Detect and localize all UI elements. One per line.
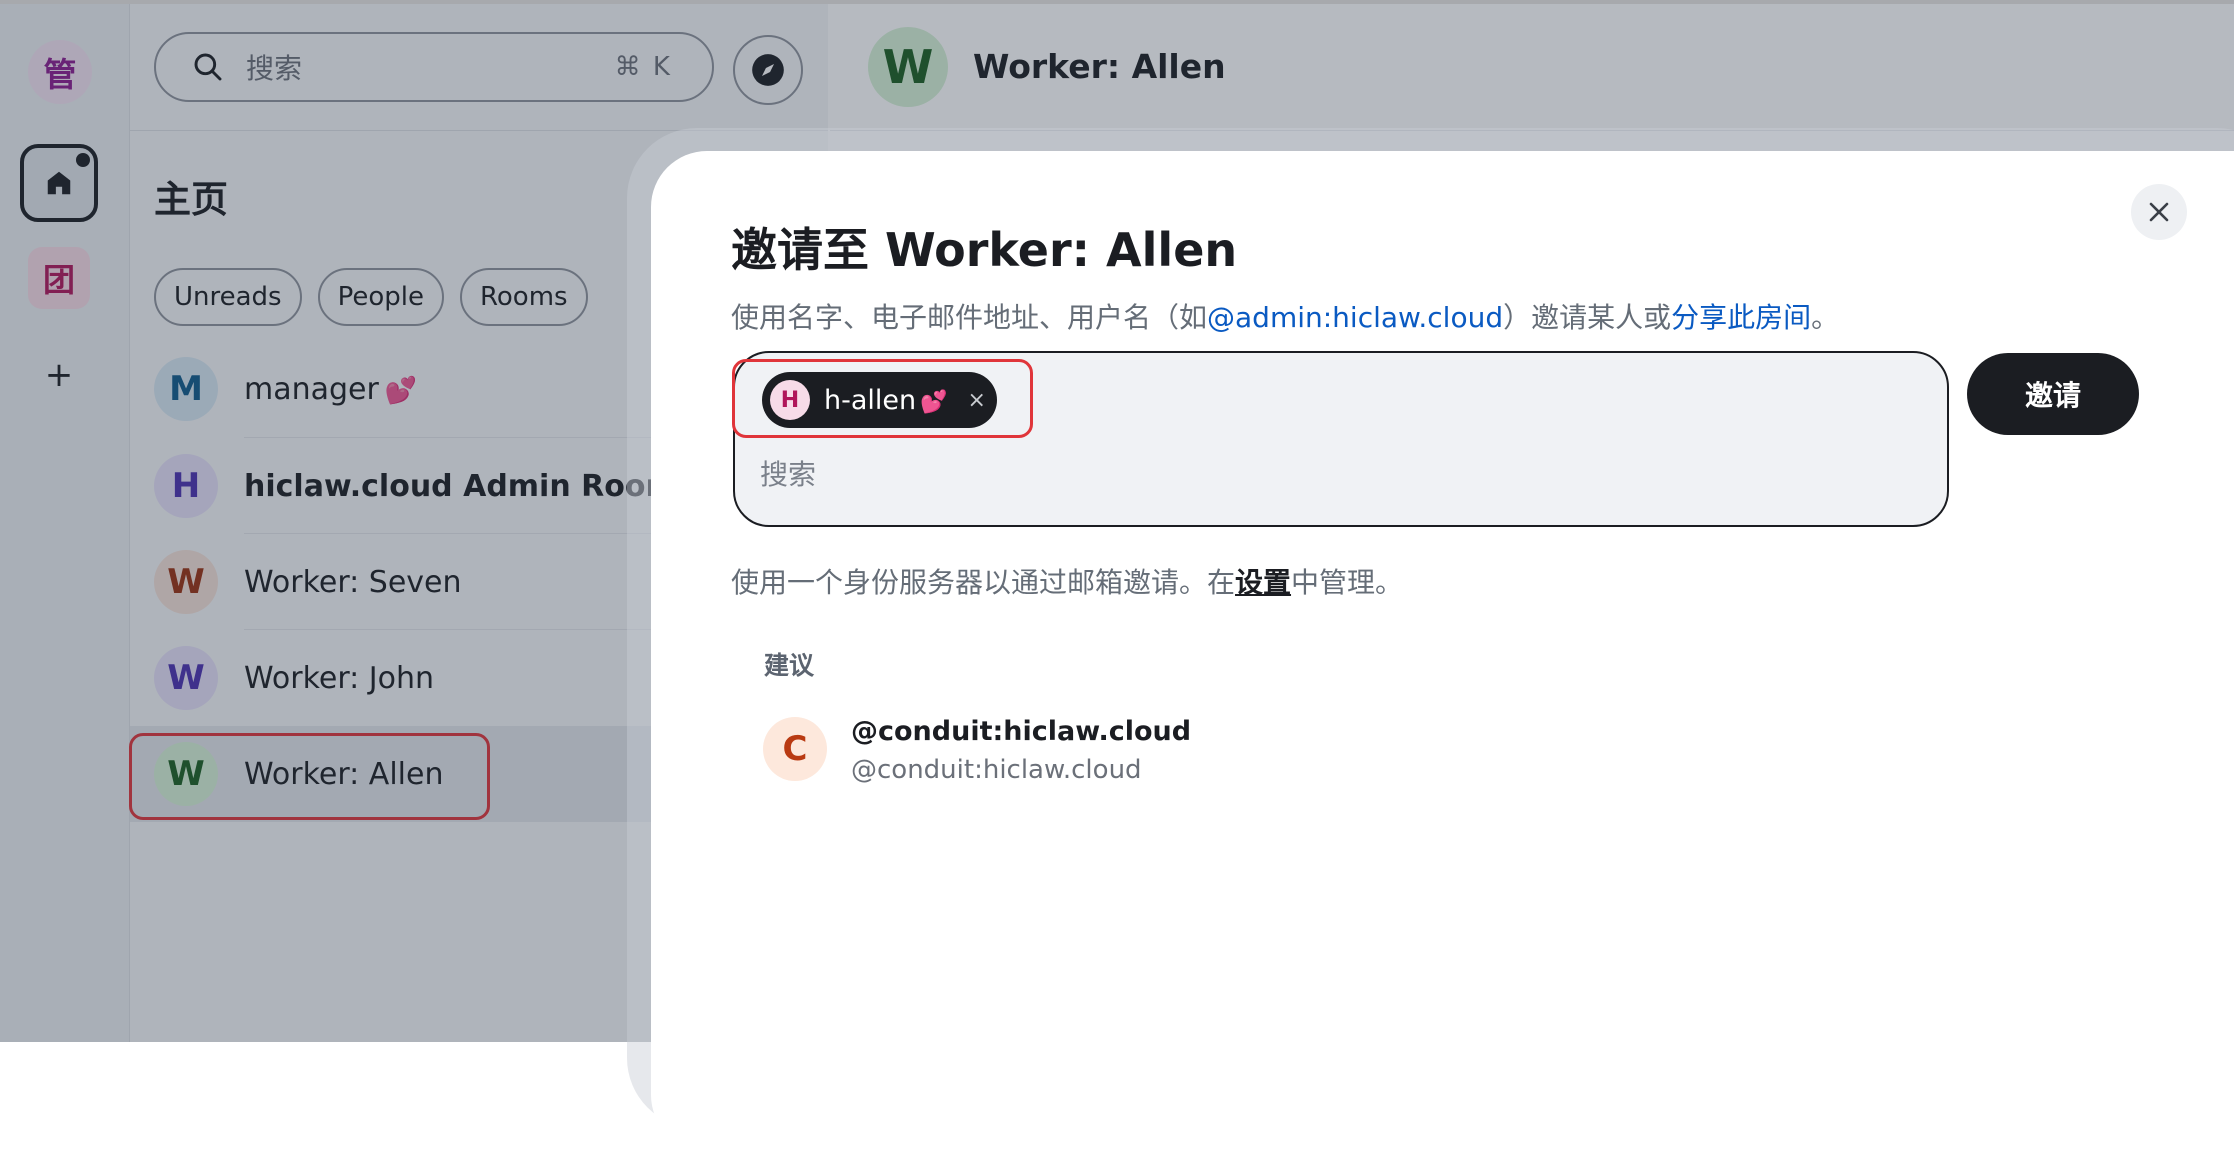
- suggestion-avatar[interactable]: C: [763, 717, 827, 781]
- suggestion-display-name[interactable]: @conduit:hiclaw.cloud: [851, 716, 1191, 747]
- share-room-link[interactable]: 分享此房间: [1671, 301, 1811, 334]
- suggestion-user-id[interactable]: @conduit:hiclaw.cloud: [851, 755, 1142, 785]
- close-button[interactable]: [2131, 184, 2187, 240]
- dialog-description: 使用名字、电子邮件地址、用户名（如@admin:hiclaw.cloud）邀请某…: [731, 301, 1840, 334]
- close-icon: [2149, 202, 2169, 222]
- suggestions-heading: 建议: [764, 651, 815, 680]
- invite-button[interactable]: 邀请: [1967, 353, 2139, 435]
- settings-link[interactable]: 设置: [1235, 566, 1291, 599]
- example-user-link[interactable]: @admin:hiclaw.cloud: [1207, 301, 1503, 334]
- dialog-title: 邀请至 Worker: Allen: [731, 223, 1238, 277]
- highlight-selected-pill: [732, 359, 1033, 438]
- invite-search-placeholder[interactable]: 搜索: [760, 453, 816, 493]
- identity-server-note: 使用一个身份服务器以通过邮箱邀请。在设置中管理。: [731, 566, 1404, 599]
